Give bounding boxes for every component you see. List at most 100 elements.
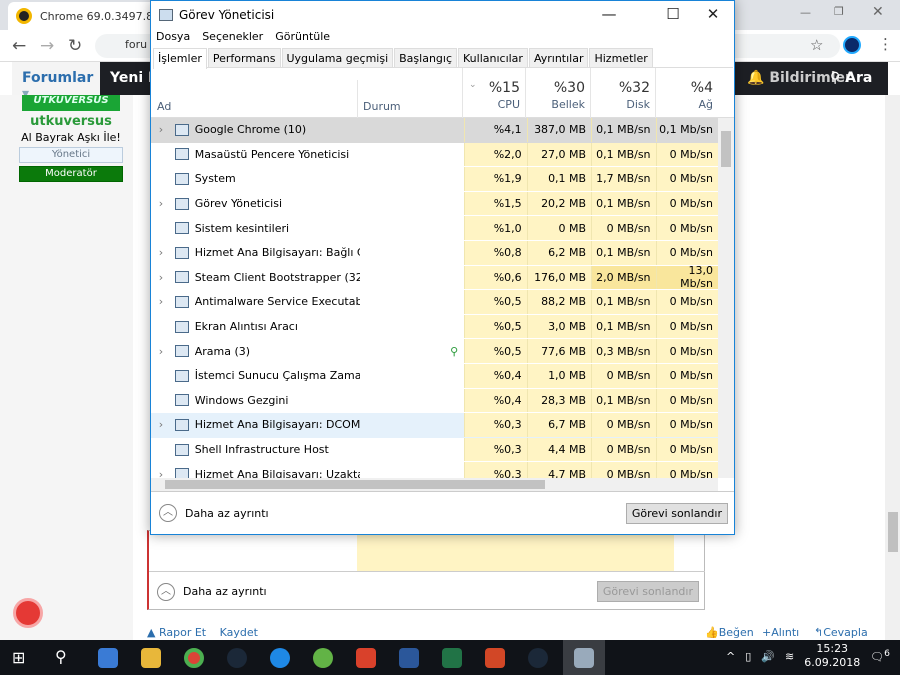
memory-cell: 387,0 MB xyxy=(526,118,592,142)
forward-icon[interactable]: → xyxy=(40,36,54,56)
extension-icon[interactable] xyxy=(843,36,861,54)
tab-details[interactable]: Ayrıntılar xyxy=(528,48,589,67)
like-link[interactable]: 👍Beğen xyxy=(705,626,754,639)
process-row[interactable]: Masaüstü Pencere Yöneticisi %2,0 27,0 MB 0,… xyxy=(151,142,718,168)
menu-options[interactable]: Seçenekler xyxy=(202,30,263,43)
process-row[interactable]: › Arama (3) ⚲ %0,5 77,6 MB 0,3 MB/sn 0 Mb/sn xyxy=(151,339,718,364)
tab-startup[interactable]: Başlangıç xyxy=(394,48,457,67)
username[interactable]: utkuversus xyxy=(14,114,128,129)
search-icon[interactable]: ⚲ xyxy=(55,647,67,666)
expand-chevron-icon[interactable]: › xyxy=(151,345,171,358)
process-name: Steam Client Bootstrapper (32 b... xyxy=(194,270,361,284)
col-cpu[interactable]: %15 CPU xyxy=(462,68,525,118)
menu-file[interactable]: Dosya xyxy=(156,30,190,43)
process-row[interactable]: › Hizmet Ana Bilgisayarı: DCOM S... %0,36,… xyxy=(151,413,718,438)
bg-less-details: Daha az ayrıntı xyxy=(183,585,267,598)
close-button[interactable]: ✕ xyxy=(693,5,733,23)
battery-icon[interactable]: ▯ xyxy=(745,650,751,663)
process-row[interactable]: › Antimalware Service Executable %0,5 88,2 … xyxy=(151,290,718,315)
col-network[interactable]: %4 Ağ xyxy=(655,68,718,118)
vertical-scroll-thumb[interactable] xyxy=(721,131,731,167)
col-status[interactable]: Durum xyxy=(363,100,401,113)
back-icon[interactable]: ← xyxy=(12,36,26,56)
utorrent-icon[interactable] xyxy=(313,648,333,668)
reload-icon[interactable]: ↻ xyxy=(68,36,82,56)
process-name: Sistem kesintileri xyxy=(194,221,290,235)
process-name: Windows Gezgini xyxy=(194,393,289,407)
clock[interactable]: 15:23 6.09.2018 xyxy=(804,642,860,670)
end-task-button[interactable]: Görevi sonlandır xyxy=(625,502,728,524)
process-row[interactable]: › Hizmet Ana Bilgisayarı: Uzaktan... %0,34… xyxy=(151,462,718,478)
expand-chevron-icon[interactable]: › xyxy=(151,123,171,136)
expand-chevron-icon[interactable]: › xyxy=(151,418,171,431)
nav-forums[interactable]: Forumlar ▾ xyxy=(12,62,100,102)
tab-processes[interactable]: İşlemler xyxy=(153,48,207,69)
expand-chevron-icon[interactable]: › xyxy=(151,197,171,210)
task-manager-taskbar-button[interactable] xyxy=(563,640,605,675)
chrome-icon[interactable] xyxy=(184,648,204,668)
process-row[interactable]: Shell Infrastructure Host %0,3 4,4 MB 0 MB/… xyxy=(151,437,718,463)
process-row[interactable]: Ekran Alıntısı Aracı %0,5 3,0 MB 0,1 MB/sn 0… xyxy=(151,314,718,340)
process-row[interactable]: System %1,9 0,1 MB 1,7 MB/sn 0 Mb/sn xyxy=(151,167,718,192)
show-hidden-icons-icon[interactable]: ^ xyxy=(726,650,735,663)
tab-app-history[interactable]: Uygulama geçmişi xyxy=(281,48,394,67)
save-link[interactable]: Kaydet xyxy=(220,626,258,639)
process-row[interactable]: Windows Gezgini %0,4 28,3 MB 0,1 MB/sn 0 Mb/… xyxy=(151,388,718,414)
process-row[interactable]: › Google Chrome (10) %4,1 387,0 MB 0,1 MB/sn… xyxy=(151,118,718,143)
close-icon[interactable]: ✕ xyxy=(872,4,884,20)
process-row[interactable]: ›Steam Client Bootstrapper (32 b...%0,61… xyxy=(151,264,718,290)
report-link[interactable]: ▲ Rapor Et xyxy=(147,626,206,639)
process-row[interactable]: İstemci Sunucu Çalışma Zamanı... %0,41,0 … xyxy=(151,363,718,389)
expand-chevron-icon[interactable]: › xyxy=(151,246,171,259)
menu-view[interactable]: Görüntüle xyxy=(275,30,330,43)
process-row[interactable]: › Hizmet Ana Bilgisayarı: Bağlı Ci... %0,8… xyxy=(151,240,718,266)
notification-bell-button[interactable] xyxy=(13,598,43,628)
col-name[interactable]: Ad xyxy=(157,100,171,113)
expand-chevron-icon[interactable]: › xyxy=(151,295,171,308)
page-scrollbar[interactable] xyxy=(885,95,900,640)
less-details-link[interactable]: Daha az ayrıntı xyxy=(185,507,269,520)
col-memory[interactable]: %30 Bellek xyxy=(525,68,590,118)
expand-chevron-icon[interactable]: › xyxy=(151,468,171,478)
process-name: System xyxy=(194,172,236,186)
steam-icon-2[interactable] xyxy=(528,648,548,668)
process-row[interactable]: › Görev Yöneticisi %1,5 20,2 MB 0,1 MB/sn 0 M… xyxy=(151,191,718,217)
expand-chevron-icon[interactable]: › xyxy=(151,271,171,284)
bookmark-star-icon[interactable]: ☆ xyxy=(810,36,823,54)
ccleaner-icon[interactable] xyxy=(356,648,376,668)
tab-performance[interactable]: Performans xyxy=(207,48,281,67)
page-scroll-thumb[interactable] xyxy=(888,512,898,552)
desktop-app-icon[interactable] xyxy=(98,648,118,668)
menu-icon[interactable]: ⋮ xyxy=(878,35,893,53)
word-icon[interactable] xyxy=(399,648,419,668)
powerpoint-icon[interactable] xyxy=(485,648,505,668)
start-windows-icon[interactable]: ⊞ xyxy=(12,648,25,667)
process-name: Görev Yöneticisi xyxy=(194,197,282,211)
tab-users[interactable]: Kullanıcılar xyxy=(458,48,528,67)
minimize-icon[interactable]: — xyxy=(800,6,811,19)
process-row[interactable]: Sistem kesintileri %1,0 0 MB 0 MB/sn 0 Mb/sn xyxy=(151,216,718,241)
col-disk[interactable]: %32 Disk xyxy=(590,68,655,118)
maximize-button[interactable]: ☐ xyxy=(653,5,693,23)
action-center-icon[interactable]: 🗨6 xyxy=(870,648,890,664)
minimize-button[interactable]: — xyxy=(589,5,629,23)
quote-link[interactable]: +Alıntı xyxy=(762,626,799,639)
horizontal-scroll-thumb[interactable] xyxy=(165,480,545,489)
volume-icon[interactable]: 🔊 xyxy=(761,650,775,663)
vertical-scrollbar[interactable] xyxy=(718,118,734,478)
search-link[interactable]: ⚲ Ara xyxy=(830,70,872,86)
wifi-icon[interactable]: ≋ xyxy=(785,650,794,663)
zoom-app-icon[interactable] xyxy=(270,648,290,668)
restore-icon[interactable]: ❐ xyxy=(834,5,844,18)
title-bar[interactable]: Görev Yöneticisi xyxy=(151,1,734,29)
excel-icon[interactable] xyxy=(442,648,462,668)
process-name: Hizmet Ana Bilgisayarı: Uzaktan... xyxy=(194,467,360,478)
steam-icon[interactable] xyxy=(227,648,247,668)
network-cell: 0 Mb/sn xyxy=(655,388,718,413)
disk-cell: 0 MB/sn xyxy=(591,413,656,437)
process-icon xyxy=(174,148,189,161)
chevron-up-icon[interactable]: ︿ xyxy=(159,504,177,522)
tab-services[interactable]: Hizmetler xyxy=(589,48,653,67)
file-explorer-icon[interactable] xyxy=(141,648,161,668)
reply-link[interactable]: ↰Cevapla xyxy=(814,626,868,639)
